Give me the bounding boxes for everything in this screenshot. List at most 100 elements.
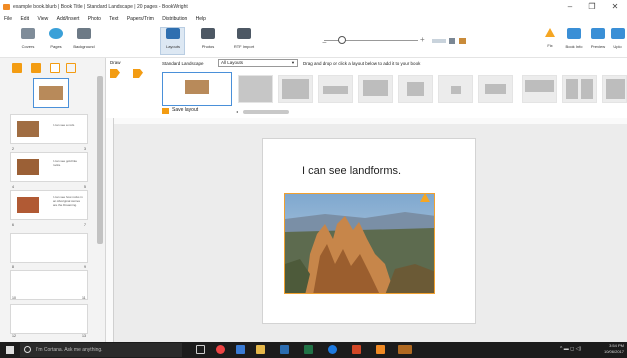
maximize-button[interactable]: ❐ bbox=[582, 0, 602, 14]
background-button[interactable]: Background bbox=[72, 28, 96, 49]
covers-icon bbox=[21, 28, 35, 39]
layout-instructions: Drag and drop or click a layout below to… bbox=[303, 61, 421, 66]
background-label: Background bbox=[73, 44, 95, 49]
spread-thumbnail-6-7[interactable]: I can see how rocks in an Aboriginal sto… bbox=[10, 190, 88, 220]
menu-help[interactable]: Help bbox=[196, 14, 206, 24]
page-number: 13 bbox=[82, 334, 86, 338]
page-options-icon[interactable] bbox=[66, 63, 76, 73]
spread-thumbnail-4-5[interactable]: I can see gold like rocks. bbox=[10, 152, 88, 182]
chrome-icon[interactable] bbox=[216, 345, 225, 354]
add-text-page-icon[interactable] bbox=[50, 63, 60, 73]
layout-thumb[interactable] bbox=[358, 75, 393, 103]
edge-icon[interactable] bbox=[236, 345, 245, 354]
spread-view-icon[interactable] bbox=[459, 38, 466, 44]
bookwright-taskbar-icon[interactable] bbox=[376, 345, 385, 354]
layouts-button[interactable]: Layouts bbox=[161, 28, 185, 49]
pages-label: Pages bbox=[50, 44, 62, 49]
spread-caption: I can see gold like rocks. bbox=[53, 159, 78, 167]
layout-thumb-selected[interactable] bbox=[162, 72, 232, 106]
bookwright-window-icon[interactable] bbox=[398, 345, 412, 354]
minimize-button[interactable]: – bbox=[560, 0, 580, 14]
landform-photo bbox=[285, 194, 434, 293]
layouts-label: Layouts bbox=[165, 44, 180, 49]
layout-thumb[interactable] bbox=[478, 75, 513, 103]
powerpoint-icon[interactable] bbox=[352, 345, 361, 354]
vertical-ruler bbox=[106, 118, 114, 342]
pages-button[interactable]: Pages bbox=[44, 28, 68, 49]
draw-textbox-icon[interactable] bbox=[110, 69, 120, 78]
menu-edit[interactable]: Edit bbox=[20, 14, 29, 24]
page-number: 10 bbox=[12, 296, 16, 300]
layout-thumb[interactable] bbox=[318, 75, 353, 103]
chevron-down-icon: ▼ bbox=[291, 60, 295, 65]
view-mode-icon[interactable] bbox=[432, 39, 446, 43]
spread-thumbnail-12-13[interactable] bbox=[10, 304, 88, 334]
start-icon[interactable] bbox=[6, 346, 14, 354]
rtf-import-label: RTF Import bbox=[233, 44, 255, 49]
title-bar: example book.blurb | Book Title | Standa… bbox=[0, 0, 627, 14]
upload-button[interactable]: Uplo bbox=[608, 28, 627, 49]
menu-papers-trim[interactable]: Papers/Trim bbox=[127, 14, 154, 24]
add-cover-icon[interactable] bbox=[12, 63, 22, 73]
menu-text[interactable]: Text bbox=[109, 14, 118, 24]
layout-thumb[interactable] bbox=[602, 75, 627, 103]
cover-photo bbox=[39, 86, 63, 100]
menu-distribution[interactable]: Distribution bbox=[162, 14, 187, 24]
file-explorer-icon[interactable] bbox=[256, 345, 265, 354]
preview-label: Preview bbox=[590, 44, 606, 49]
layout-thumb[interactable] bbox=[522, 75, 557, 103]
zoom-in-icon[interactable]: + bbox=[420, 35, 425, 44]
spread-thumbnail-2-3[interactable]: I can see a rock. bbox=[10, 114, 88, 144]
photos-label: Photos bbox=[201, 44, 215, 49]
page-photo[interactable] bbox=[284, 193, 435, 294]
cover-thumbnail[interactable] bbox=[33, 78, 69, 108]
menu-add-insert[interactable]: Add/Insert bbox=[57, 14, 80, 24]
task-view-icon[interactable] bbox=[196, 345, 205, 354]
ie-icon[interactable] bbox=[328, 345, 337, 354]
covers-button[interactable]: Covers bbox=[16, 28, 40, 49]
fix-button[interactable]: Fix bbox=[538, 28, 562, 48]
preview-button[interactable]: Preview bbox=[586, 28, 610, 49]
draw-photobox-icon[interactable] bbox=[133, 69, 143, 78]
layout-thumb[interactable] bbox=[278, 75, 313, 103]
save-layout-icon[interactable] bbox=[162, 108, 169, 114]
close-button[interactable]: ✕ bbox=[605, 0, 625, 14]
spread-caption: I can see a rock. bbox=[53, 123, 76, 127]
layout-strip-scrollbar[interactable] bbox=[243, 110, 289, 114]
menu-file[interactable]: File bbox=[4, 14, 12, 24]
layout-thumb[interactable] bbox=[438, 75, 473, 103]
layout-thumb[interactable] bbox=[398, 75, 433, 103]
spread-thumbnail-8-9[interactable] bbox=[10, 233, 88, 263]
add-page-icon[interactable] bbox=[31, 63, 41, 73]
menu-view[interactable]: View bbox=[37, 14, 48, 24]
page-number: 4 bbox=[12, 185, 14, 189]
low-resolution-warning-icon[interactable] bbox=[420, 193, 430, 202]
book-info-button[interactable]: Book Info bbox=[562, 28, 586, 49]
clock[interactable]: 3:54 PM 10/06/2017 bbox=[600, 343, 624, 355]
cortana-search-box[interactable]: I'm Cortana. Ask me anything. bbox=[20, 343, 182, 357]
grid-view-icon[interactable] bbox=[449, 38, 455, 44]
pages-icon bbox=[49, 28, 63, 39]
tray-icons[interactable]: ^ ▬ ◻ ◁) bbox=[560, 346, 581, 352]
layout-thumb[interactable] bbox=[238, 75, 273, 103]
layout-thumb[interactable] bbox=[562, 75, 597, 103]
save-layout-button[interactable]: Save layout bbox=[172, 107, 198, 114]
spread-photo bbox=[17, 159, 39, 175]
sidebar-scrollbar[interactable] bbox=[97, 76, 103, 244]
preview-icon bbox=[591, 28, 605, 39]
layout-filter-select[interactable]: All Layouts ▼ bbox=[218, 59, 298, 67]
spread-thumbnail-10-11[interactable] bbox=[10, 270, 88, 300]
excel-icon[interactable] bbox=[304, 345, 313, 354]
photos-button[interactable]: Photos bbox=[196, 28, 220, 49]
menu-photo[interactable]: Photo bbox=[88, 14, 101, 24]
rtf-import-button[interactable]: RTF Import bbox=[232, 28, 256, 49]
scroll-left-icon[interactable]: ◂ bbox=[236, 109, 238, 114]
page-number: 9 bbox=[84, 265, 86, 269]
bookwright-app-icon bbox=[3, 4, 10, 10]
word-icon[interactable] bbox=[280, 345, 289, 354]
page-text[interactable]: I can see landforms. bbox=[302, 165, 401, 177]
page-number: 12 bbox=[12, 334, 16, 338]
background-icon bbox=[77, 28, 91, 39]
zoom-slider-handle[interactable] bbox=[338, 36, 346, 44]
menu-bar: File Edit View Add/Insert Photo Text Pap… bbox=[0, 14, 627, 24]
